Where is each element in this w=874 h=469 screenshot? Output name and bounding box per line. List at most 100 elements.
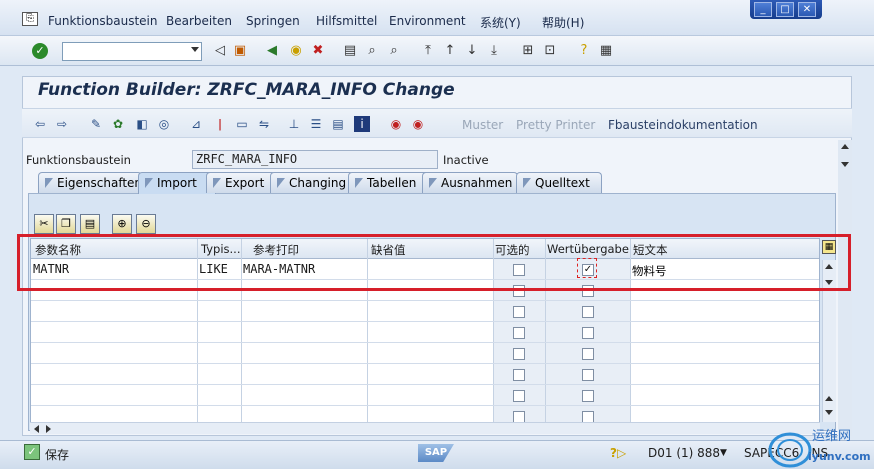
check-icon[interactable]: ✿	[110, 116, 126, 132]
test-icon[interactable]: ◎	[156, 116, 172, 132]
next-page-icon[interactable]: ↓	[464, 43, 480, 59]
collapse-left-icon[interactable]: ◁	[212, 43, 228, 59]
optional-checkbox[interactable]	[513, 306, 525, 318]
delete-row-icon[interactable]: ⊖	[136, 214, 156, 234]
pass-by-value-checkbox[interactable]	[582, 369, 594, 381]
insert-row-icon[interactable]: ⊕	[112, 214, 132, 234]
back-icon[interactable]: ◀	[264, 43, 280, 59]
navigate-icon[interactable]: ⇋	[256, 116, 272, 132]
optional-checkbox[interactable]	[513, 369, 525, 381]
print-icon[interactable]: ▤	[342, 43, 358, 59]
hierarchy-icon[interactable]: ⊥	[286, 116, 302, 132]
maximize-icon[interactable]: □	[776, 2, 794, 17]
arrow-right-icon[interactable]: ⇨	[54, 116, 70, 132]
find-icon[interactable]: ⌕	[364, 43, 380, 59]
watermark-logo: 运维网 iyunv.com	[768, 429, 871, 468]
copy-icon[interactable]: ❐	[56, 214, 76, 234]
menu-bar: ⎘ Funktionsbaustein Bearbeiten Springen …	[0, 0, 874, 36]
new-session-icon[interactable]: ⊞	[520, 43, 536, 59]
external-breakpoint-icon[interactable]: ◉	[410, 116, 426, 132]
fb-documentation-button[interactable]: Fbausteindokumentation	[608, 118, 758, 132]
menu-environment[interactable]: Environment	[389, 14, 466, 28]
scroll-left-icon[interactable]	[34, 425, 39, 433]
highlight-box	[17, 234, 851, 291]
menu-system[interactable]: 系统(Y)	[480, 14, 521, 31]
scroll-down-icon[interactable]	[841, 162, 849, 167]
chevron-down-icon[interactable]: ▼	[720, 448, 727, 458]
tab-eigenschaften[interactable]: Eigenschaften	[38, 172, 142, 193]
tab-tabellen[interactable]: Tabellen	[348, 172, 430, 193]
activate-icon[interactable]: ◧	[134, 116, 150, 132]
optional-checkbox[interactable]	[513, 390, 525, 402]
help-icon[interactable]: ?	[576, 43, 592, 59]
display-object-icon[interactable]: ▭	[234, 116, 250, 132]
scroll-up-icon[interactable]	[841, 144, 849, 149]
watermark-text: 运维网	[812, 429, 851, 444]
row-divider	[31, 300, 819, 301]
pass-by-value-checkbox[interactable]	[582, 348, 594, 360]
pass-by-value-checkbox[interactable]	[582, 390, 594, 402]
optional-checkbox[interactable]	[513, 348, 525, 360]
muster-button[interactable]: Muster	[462, 118, 503, 132]
row-divider	[31, 321, 819, 322]
exit-icon[interactable]: ◉	[288, 43, 304, 59]
find-next-icon[interactable]: ⌕	[386, 43, 402, 59]
scroll-right-icon[interactable]	[46, 425, 51, 433]
window-controls: _ □ ✕	[750, 0, 822, 19]
row-divider	[31, 405, 819, 406]
stack-icon[interactable]: ☰	[308, 116, 324, 132]
where-used-icon[interactable]: ⊿	[188, 116, 204, 132]
layout-menu-icon[interactable]: ▦	[598, 43, 614, 59]
minimize-icon[interactable]: _	[754, 2, 772, 17]
table-horizontal-scrollbar[interactable]	[30, 422, 820, 434]
cancel-icon[interactable]: ✖	[310, 43, 326, 59]
pass-by-value-checkbox[interactable]	[582, 327, 594, 339]
display-change-icon[interactable]: ✎	[88, 116, 104, 132]
tab-ausnahmen[interactable]: Ausnahmen	[422, 172, 518, 193]
first-page-icon[interactable]: ⤒	[420, 43, 436, 59]
watermark-sub: iyunv.com	[808, 450, 871, 463]
row-divider	[31, 342, 819, 343]
status-help-icon[interactable]: ?▷	[610, 446, 626, 460]
paste-icon[interactable]: ▤	[80, 214, 100, 234]
menu-hilfsmittel[interactable]: Hilfsmittel	[316, 14, 377, 28]
session-info[interactable]: D01 (1) 888	[648, 446, 720, 460]
close-icon[interactable]: ✕	[798, 2, 816, 17]
optional-checkbox[interactable]	[513, 327, 525, 339]
tab-export[interactable]: Export	[206, 172, 276, 193]
pretty-printer-button[interactable]: Pretty Printer	[516, 118, 595, 132]
status-message: 保存	[45, 448, 70, 462]
standard-toolbar: ✓ ◁ ▣ ◀ ◉ ✖ ▤ ⌕ ⌕ ⤒ ↑ ↓ ⤓ ⊞ ⊡ ? ▦	[0, 36, 874, 66]
breakpoint-icon[interactable]: ◉	[388, 116, 404, 132]
tab-changing[interactable]: Changing	[270, 172, 354, 193]
page-title: Function Builder: ZRFC_MARA_INFO Change	[38, 80, 455, 100]
chevron-down-icon[interactable]	[191, 47, 199, 52]
scroll-up-icon[interactable]	[825, 396, 833, 401]
cut-icon[interactable]: ✂	[34, 214, 54, 234]
list-icon[interactable]: ▤	[330, 116, 346, 132]
pass-by-value-checkbox[interactable]	[582, 306, 594, 318]
menu-help[interactable]: 帮助(H)	[542, 14, 584, 31]
application-toolbar: ⇦ ⇨ ✎ ✿ ◧ ◎ ⊿ ǀ ▭ ⇋ ⊥ ☰ ▤ i ◉ ◉ Muster P…	[22, 108, 852, 138]
tab-import[interactable]: Import	[138, 172, 216, 194]
success-icon: ✓	[24, 444, 40, 460]
menu-funktionsbaustein[interactable]: Funktionsbaustein	[48, 14, 158, 28]
row-divider	[31, 363, 819, 364]
app-menu-icon[interactable]: ⎘	[22, 12, 38, 26]
command-field[interactable]	[62, 42, 202, 61]
save-icon[interactable]: ▣	[232, 43, 248, 59]
tab-quelltext[interactable]: Quelltext	[516, 172, 602, 193]
arrow-left-icon[interactable]: ⇦	[32, 116, 48, 132]
info-icon[interactable]: i	[354, 116, 370, 132]
enter-check-icon[interactable]: ✓	[32, 43, 48, 59]
menu-bearbeiten[interactable]: Bearbeiten	[166, 14, 232, 28]
scroll-down-icon[interactable]	[825, 410, 833, 415]
last-page-icon[interactable]: ⤓	[486, 43, 502, 59]
fb-label: Funktionsbaustein	[26, 153, 131, 167]
shortcut-icon[interactable]: ⊡	[542, 43, 558, 59]
info-pin-icon[interactable]: ǀ	[212, 116, 228, 132]
row-divider	[31, 384, 819, 385]
menu-springen[interactable]: Springen	[246, 14, 300, 28]
previous-page-icon[interactable]: ↑	[442, 43, 458, 59]
fb-name-field: ZRFC_MARA_INFO	[192, 150, 438, 169]
